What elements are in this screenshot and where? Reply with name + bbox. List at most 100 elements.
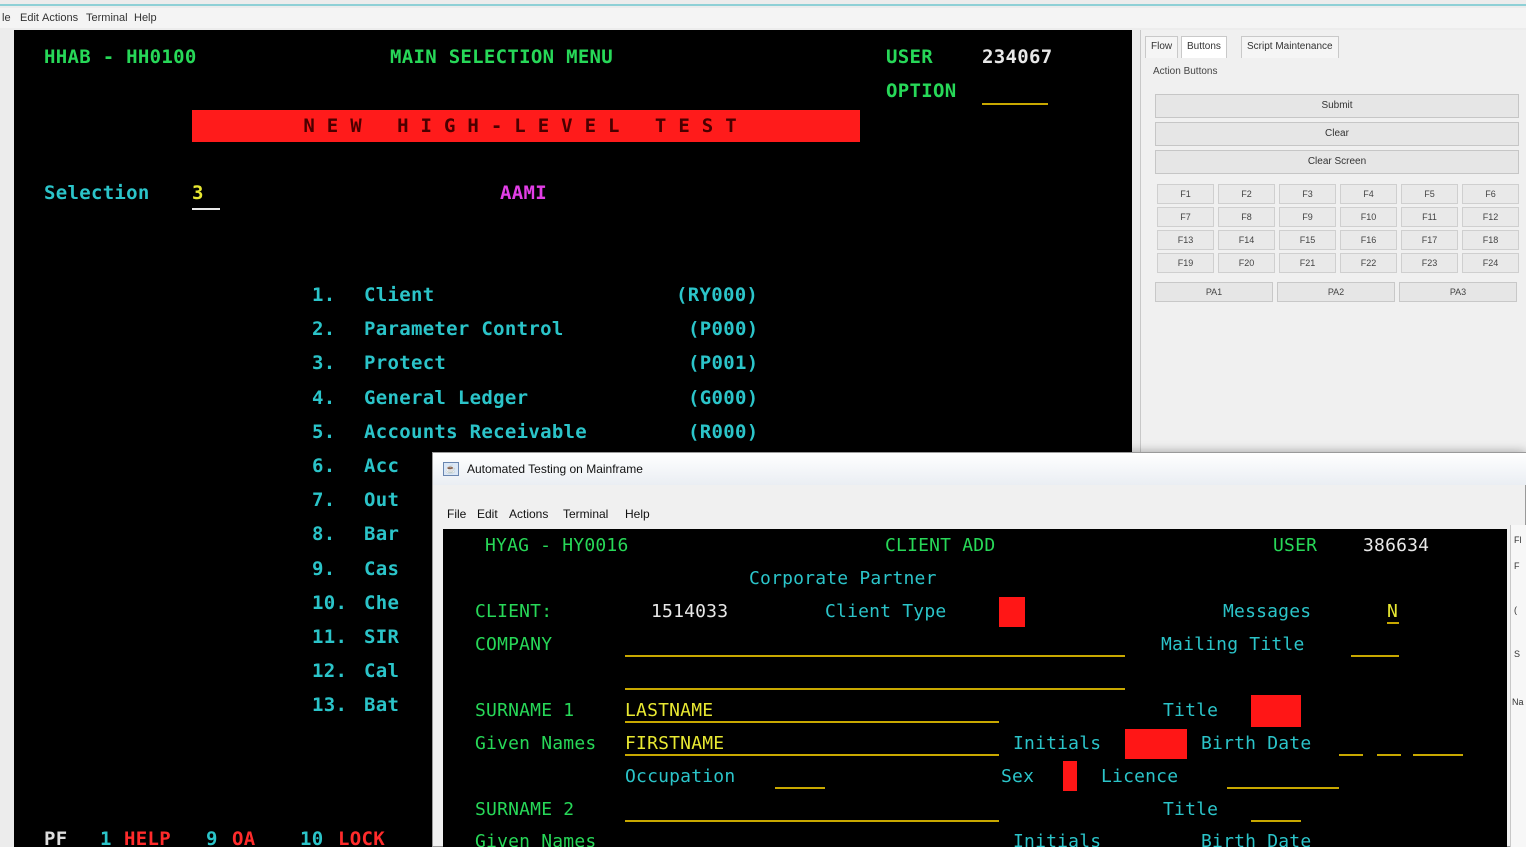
java-app-icon: ☕ xyxy=(443,462,459,476)
fkey-button-f4[interactable]: F4 xyxy=(1340,184,1397,204)
front-window: ☕ Automated Testing on Mainframe File Ed… xyxy=(432,452,1526,847)
system-id: HHAB - HH0100 xyxy=(44,46,197,68)
fkey-button-f8[interactable]: F8 xyxy=(1218,207,1275,227)
fkey-button-f1[interactable]: F1 xyxy=(1157,184,1214,204)
menu-edit[interactable]: Edit xyxy=(20,12,39,24)
menu-item-label[interactable]: Bar xyxy=(364,523,399,545)
subtitle: Corporate Partner xyxy=(749,568,937,589)
menu-item-label[interactable]: Bat xyxy=(364,694,399,716)
title-label: Title xyxy=(1163,700,1219,721)
menu-item-label[interactable]: Out xyxy=(364,489,399,511)
menu-item-label[interactable]: Client xyxy=(364,284,434,306)
menu-terminal[interactable]: Terminal xyxy=(563,507,608,521)
action-buttons-panel: Flow Buttons Script Maintenance Action B… xyxy=(1140,30,1526,470)
action-buttons-label: Action Buttons xyxy=(1153,66,1218,77)
fkey-button-f16[interactable]: F16 xyxy=(1340,230,1397,250)
fkey-button-f13[interactable]: F13 xyxy=(1157,230,1214,250)
fkey-button-f23[interactable]: F23 xyxy=(1401,253,1458,273)
pa2-button[interactable]: PA2 xyxy=(1277,282,1395,302)
tab-script-maintenance[interactable]: Script Maintenance xyxy=(1241,36,1339,58)
clear-screen-button[interactable]: Clear Screen xyxy=(1155,150,1519,174)
menu-item-label[interactable]: Protect xyxy=(364,352,446,374)
pf1-help[interactable]: HELP xyxy=(124,828,171,847)
licence-input[interactable] xyxy=(1227,787,1339,789)
menu-item-number: 5. xyxy=(312,420,336,443)
fkey-button-f3[interactable]: F3 xyxy=(1279,184,1336,204)
initials-input[interactable] xyxy=(1125,729,1187,759)
fkey-button-f12[interactable]: F12 xyxy=(1462,207,1519,227)
occupation-input[interactable] xyxy=(775,787,825,789)
tab-flow[interactable]: Flow xyxy=(1145,36,1179,58)
menu-item-label[interactable]: Parameter Control xyxy=(364,318,564,340)
fkey-button-f17[interactable]: F17 xyxy=(1401,230,1458,250)
banner-text: NEW HIGH-LEVEL TEST xyxy=(303,115,749,137)
company-input[interactable] xyxy=(625,655,1125,657)
birth-month-input[interactable] xyxy=(1377,754,1401,756)
mailing-title-input[interactable] xyxy=(1351,655,1399,657)
window-title: Automated Testing on Mainframe xyxy=(467,462,643,476)
pa3-button[interactable]: PA3 xyxy=(1399,282,1517,302)
clear-button[interactable]: Clear xyxy=(1155,122,1519,146)
menu-item-label[interactable]: Accounts Receivable xyxy=(364,421,587,443)
initials2-label: Initials xyxy=(1013,831,1102,847)
title2-input[interactable] xyxy=(1251,820,1301,822)
sex-input[interactable] xyxy=(1063,761,1077,791)
menu-file[interactable]: File xyxy=(447,507,466,521)
menu-item-label[interactable]: SIR xyxy=(364,626,399,648)
fkey-button-f6[interactable]: F6 xyxy=(1462,184,1519,204)
option-input[interactable] xyxy=(982,103,1048,105)
pf10-lock[interactable]: LOCK xyxy=(338,828,385,847)
fkey-button-f21[interactable]: F21 xyxy=(1279,253,1336,273)
fkey-button-f14[interactable]: F14 xyxy=(1218,230,1275,250)
fkey-button-f18[interactable]: F18 xyxy=(1462,230,1519,250)
menu-actions[interactable]: Actions xyxy=(42,12,78,24)
fkey-button-f5[interactable]: F5 xyxy=(1401,184,1458,204)
menu-item-label[interactable]: Cal xyxy=(364,660,399,682)
menu-item-number: 9. xyxy=(312,557,336,580)
client-type-input[interactable] xyxy=(999,597,1025,627)
initials-label: Initials xyxy=(1013,733,1102,754)
given-names2-label: Given Names xyxy=(475,831,597,847)
window-top-border xyxy=(0,4,1526,6)
birth-year-input[interactable] xyxy=(1413,754,1463,756)
submit-button[interactable]: Submit xyxy=(1155,94,1519,118)
fkey-button-f15[interactable]: F15 xyxy=(1279,230,1336,250)
side-fragment-4: S xyxy=(1514,649,1521,659)
company-input-line2[interactable] xyxy=(625,688,1125,690)
menu-item-label[interactable]: Cas xyxy=(364,558,399,580)
side-fragment-2: F xyxy=(1514,561,1520,571)
menu-item-number: 13. xyxy=(312,694,348,717)
surname1-input[interactable]: LASTNAME xyxy=(625,700,713,721)
fkey-button-f20[interactable]: F20 xyxy=(1218,253,1275,273)
menu-item-label[interactable]: General Ledger xyxy=(364,387,528,409)
fkey-button-f24[interactable]: F24 xyxy=(1462,253,1519,273)
surname2-input[interactable] xyxy=(625,820,999,822)
fkey-button-f11[interactable]: F11 xyxy=(1401,207,1458,227)
menu-item-code: (RY000) xyxy=(676,284,759,306)
title-input[interactable] xyxy=(1251,695,1301,727)
selection-input[interactable]: 3 xyxy=(192,182,204,204)
client-add-terminal[interactable]: HYAG - HY0016 CLIENT ADD USER 386634 Cor… xyxy=(443,529,1507,847)
menu-file[interactable]: le xyxy=(2,12,11,24)
menu-item-number: 2. xyxy=(312,318,336,341)
birth-day-input[interactable] xyxy=(1339,754,1363,756)
menu-terminal[interactable]: Terminal xyxy=(86,12,128,24)
fkey-button-f2[interactable]: F2 xyxy=(1218,184,1275,204)
menu-actions[interactable]: Actions xyxy=(509,507,548,521)
fkey-button-f9[interactable]: F9 xyxy=(1279,207,1336,227)
screen-title: MAIN SELECTION MENU xyxy=(390,46,614,68)
fkey-button-f10[interactable]: F10 xyxy=(1340,207,1397,227)
given-names-input[interactable]: FIRSTNAME xyxy=(625,733,724,754)
fkey-button-f19[interactable]: F19 xyxy=(1157,253,1214,273)
pf9-oa[interactable]: OA xyxy=(232,828,255,847)
menu-item-label[interactable]: Acc xyxy=(364,455,399,477)
menu-help[interactable]: Help xyxy=(625,507,650,521)
fkey-button-f22[interactable]: F22 xyxy=(1340,253,1397,273)
pa1-button[interactable]: PA1 xyxy=(1155,282,1273,302)
fkey-button-f7[interactable]: F7 xyxy=(1157,207,1214,227)
messages-input[interactable]: N xyxy=(1387,601,1398,622)
tab-buttons[interactable]: Buttons xyxy=(1181,36,1227,58)
menu-edit[interactable]: Edit xyxy=(477,507,498,521)
menu-item-label[interactable]: Che xyxy=(364,592,399,614)
menu-help[interactable]: Help xyxy=(134,12,157,24)
